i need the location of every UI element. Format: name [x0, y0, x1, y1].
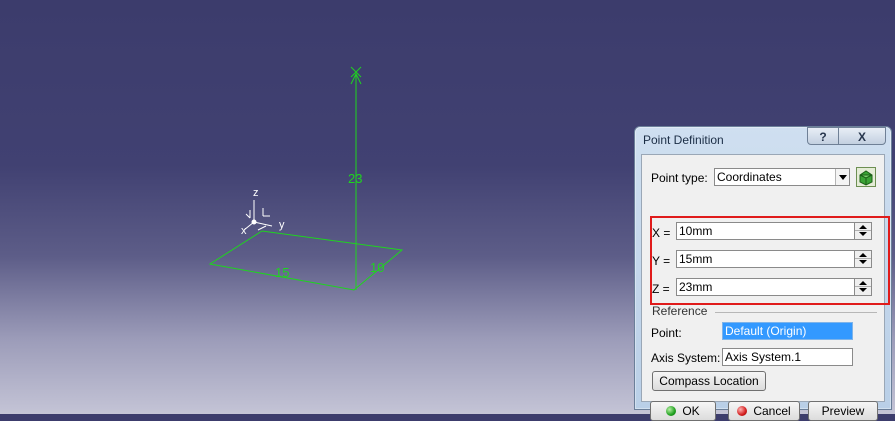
y-coordinate-value: 15mm	[679, 252, 713, 266]
x-coordinate-value: 10mm	[679, 224, 713, 238]
dialog-body: Point type: Coordinates X = 10mm Y = 15m…	[641, 154, 890, 421]
x-coordinate-input[interactable]: 10mm	[676, 222, 872, 240]
y-coordinate-label: Y =	[652, 254, 671, 268]
spin-down-icon[interactable]	[855, 259, 871, 267]
compass-triad[interactable]	[243, 200, 273, 231]
help-button[interactable]: ?	[807, 127, 839, 145]
compass-x-label: x	[241, 225, 247, 237]
point-explicit-icon[interactable]	[856, 167, 876, 187]
axis-system-label: Axis System:	[651, 351, 721, 365]
chevron-down-icon[interactable]	[835, 169, 849, 185]
height-dimension-label: 23	[348, 171, 362, 186]
spin-down-icon[interactable]	[855, 287, 871, 295]
reference-point-label: Point:	[651, 326, 682, 340]
cancel-button[interactable]: Cancel	[728, 401, 800, 421]
compass-y-label: y	[279, 219, 285, 231]
dialog-title: Point Definition	[643, 133, 724, 147]
point-type-combo[interactable]: Coordinates	[714, 168, 850, 186]
x-coordinate-label: X =	[652, 226, 671, 240]
axis-system-value: Axis System.1	[725, 350, 802, 364]
ok-icon	[666, 406, 677, 416]
z-coordinate-input[interactable]: 23mm	[676, 278, 872, 296]
origin-point[interactable]	[251, 219, 257, 225]
point-type-value: Coordinates	[717, 170, 782, 184]
spin-up-icon[interactable]	[855, 279, 871, 287]
reference-group-divider	[715, 312, 877, 313]
spin-up-icon[interactable]	[855, 223, 871, 231]
y-coordinate-input[interactable]: 15mm	[676, 250, 872, 268]
dialog-titlebar[interactable]: Point Definition ? X	[635, 127, 891, 153]
compass-z-label: z	[253, 187, 259, 199]
y-coordinate-spinner[interactable]	[854, 251, 871, 267]
cancel-label: Cancel	[753, 404, 791, 418]
y-length-dimension-label: 10	[370, 260, 384, 275]
point-definition-dialog: Point Definition ? X Point type: Coordin…	[634, 126, 892, 421]
x-length-dimension-label: 15	[275, 265, 289, 280]
ok-label: OK	[682, 404, 700, 418]
reference-point-field[interactable]: Default (Origin)	[722, 322, 853, 340]
z-coordinate-value: 23mm	[679, 280, 713, 294]
cancel-icon	[737, 406, 748, 416]
close-button[interactable]: X	[838, 127, 886, 145]
compass-location-button[interactable]: Compass Location	[652, 371, 766, 391]
point-type-label: Point type:	[651, 171, 708, 185]
spin-up-icon[interactable]	[855, 251, 871, 259]
ok-button[interactable]: OK	[650, 401, 716, 421]
z-coordinate-spinner[interactable]	[854, 279, 871, 295]
x-coordinate-spinner[interactable]	[854, 223, 871, 239]
axis-system-field[interactable]: Axis System.1	[722, 348, 853, 366]
reference-point-value: Default (Origin)	[725, 324, 807, 338]
z-coordinate-label: Z =	[652, 282, 670, 296]
preview-button[interactable]: Preview	[808, 401, 878, 421]
reference-group-heading: Reference	[652, 304, 708, 318]
spin-down-icon[interactable]	[855, 231, 871, 239]
